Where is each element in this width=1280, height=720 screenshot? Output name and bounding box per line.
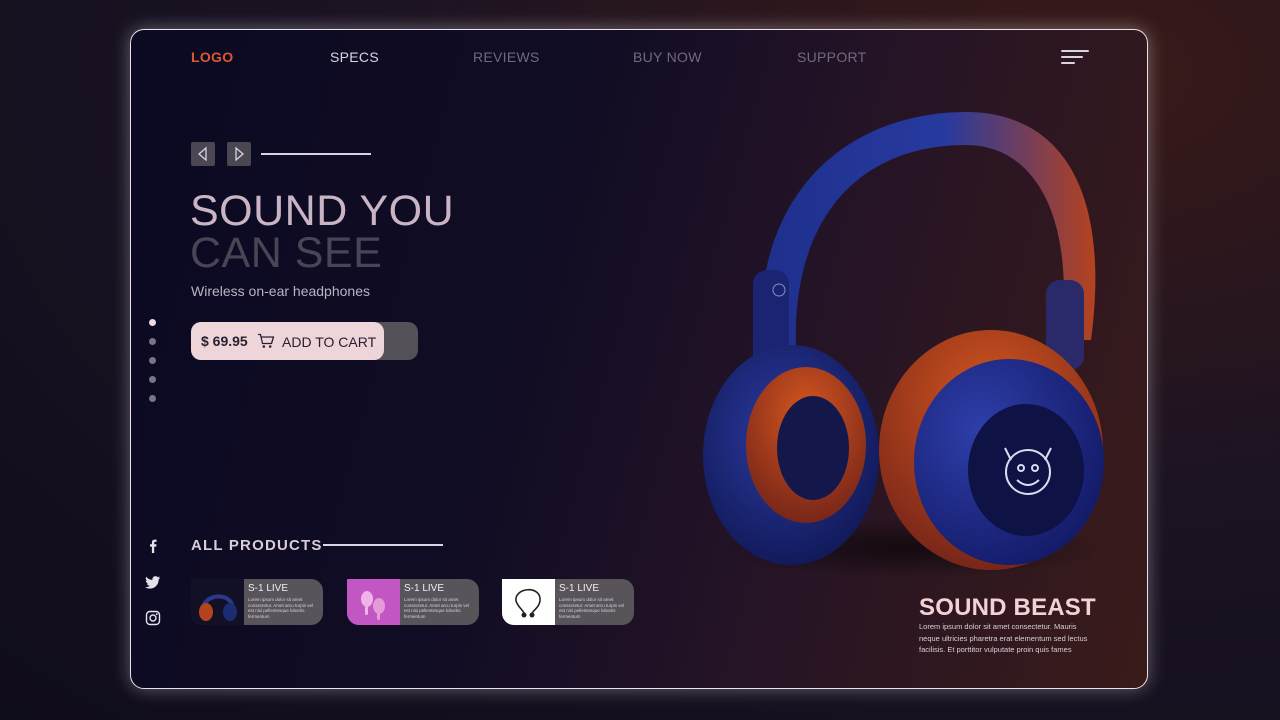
hero-card: LOGO SPECS REVIEWS BUY NOW SUPPORT SOUND…: [130, 29, 1148, 689]
nav-specs[interactable]: SPECS: [330, 49, 379, 65]
pagination-dot-5[interactable]: [149, 395, 156, 402]
twitter-icon[interactable]: [145, 574, 161, 590]
product-description: Lorem ipsum dolor sit amet consectetur. …: [559, 597, 625, 619]
next-slide-button[interactable]: [227, 142, 251, 166]
menu-icon[interactable]: [1061, 50, 1089, 66]
all-products-heading: ALL PRODUCTS: [191, 537, 323, 554]
pagination-dot-2[interactable]: [149, 338, 156, 345]
product-card-2[interactable]: S-1 LIVE Lorem ipsum dolor sit amet cons…: [347, 579, 479, 625]
product-name: S-1 LIVE: [559, 583, 600, 594]
add-to-cart-button[interactable]: $ 69.95 ADD TO CART: [191, 322, 384, 360]
nav-support[interactable]: SUPPORT: [797, 49, 867, 65]
chevron-left-icon: [198, 146, 207, 162]
add-to-cart-label: ADD TO CART: [282, 334, 377, 350]
logo[interactable]: LOGO: [191, 49, 233, 65]
price: $ 69.95: [201, 333, 248, 349]
headphones-thumbnail: [191, 579, 244, 625]
headphones-image: [703, 111, 1104, 578]
product-name: S-1 LIVE: [404, 583, 445, 594]
headline-line-1: SOUND YOU: [190, 187, 455, 235]
products-divider: [323, 544, 443, 546]
product-description: Lorem ipsum dolor sit amet consectetur. …: [404, 597, 470, 619]
slider-divider: [261, 153, 371, 155]
pagination-dot-4[interactable]: [149, 376, 156, 383]
pagination-dot-1[interactable]: [149, 319, 156, 326]
cart-icon: [258, 333, 275, 348]
cart-container: $ 69.95 ADD TO CART: [191, 322, 418, 360]
facebook-icon[interactable]: [145, 538, 161, 554]
feature-description: Lorem ipsum dolor sit amet consectetur. …: [919, 622, 1088, 654]
hero-subtitle: Wireless on-ear headphones: [191, 283, 370, 299]
product-card-3[interactable]: S-1 LIVE Lorem ipsum dolor sit amet cons…: [502, 579, 634, 625]
earbuds-thumbnail: [347, 579, 400, 625]
product-description: Lorem ipsum dolor sit amet consectetur. …: [248, 597, 314, 619]
product-card-1[interactable]: S-1 LIVE Lorem ipsum dolor sit amet cons…: [191, 579, 323, 625]
nav-reviews[interactable]: REVIEWS: [473, 49, 540, 65]
neckband-thumbnail: [502, 579, 555, 625]
prev-slide-button[interactable]: [191, 142, 215, 166]
headline-line-2: CAN SEE: [190, 229, 383, 277]
pagination-dot-3[interactable]: [149, 357, 156, 364]
product-name: S-1 LIVE: [248, 583, 289, 594]
feature-title: SOUND BEAST: [919, 594, 1096, 621]
chevron-right-icon: [235, 146, 244, 162]
nav-buy-now[interactable]: BUY NOW: [633, 49, 702, 65]
instagram-icon[interactable]: [145, 610, 161, 626]
